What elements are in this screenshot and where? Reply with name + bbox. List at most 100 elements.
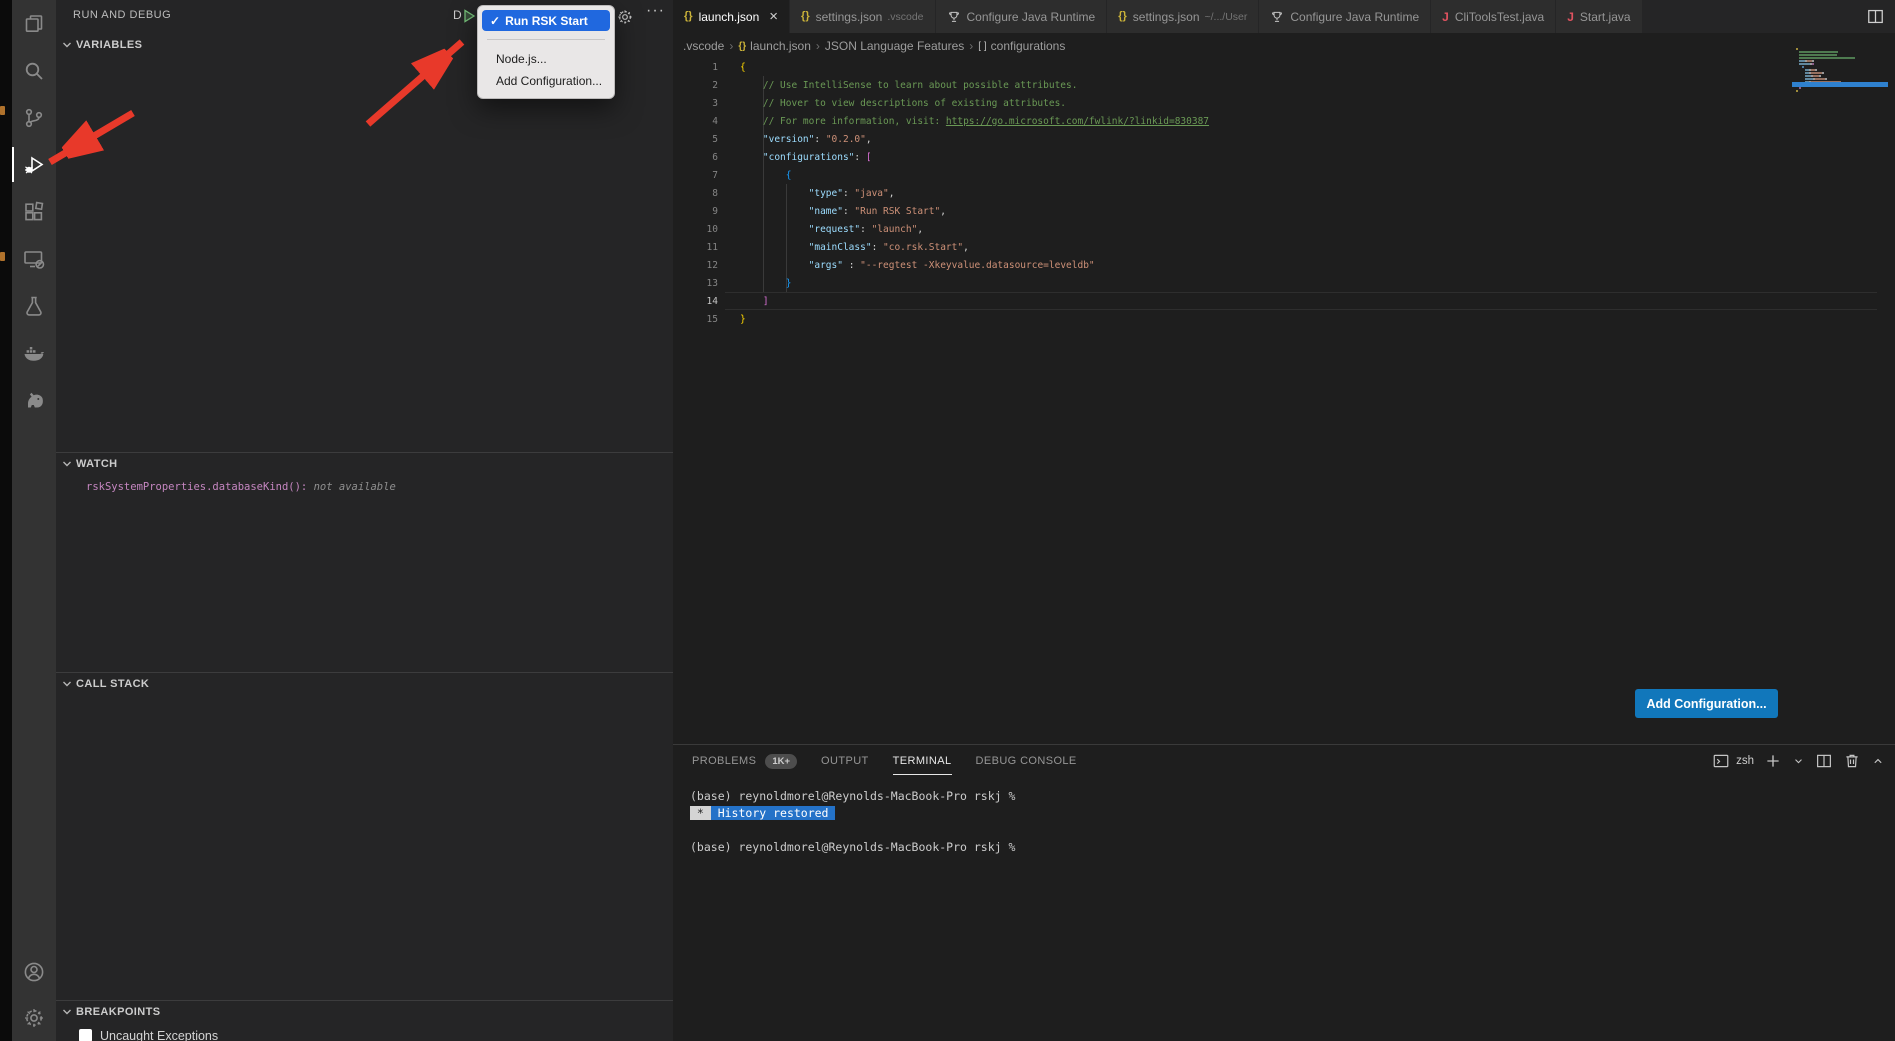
tab-settings-json-user[interactable]: {}settings.json~/.../User bbox=[1107, 0, 1259, 33]
watch-section-header[interactable]: WATCH bbox=[56, 453, 673, 475]
minimap-line bbox=[1796, 54, 1888, 56]
panel-tab-problems[interactable]: PROBLEMS1K+ bbox=[692, 754, 797, 769]
activity-item-extensions[interactable] bbox=[12, 188, 56, 235]
java-runtime-cup-icon bbox=[1270, 10, 1284, 24]
tab-start-java[interactable]: JStart.java bbox=[1556, 0, 1642, 33]
breakpoint-checkbox[interactable] bbox=[79, 1029, 92, 1041]
split-editor-icon[interactable] bbox=[1866, 7, 1885, 26]
chevron-down-icon bbox=[62, 40, 72, 50]
code-text: // For more information, visit: https://… bbox=[718, 116, 1209, 127]
code-line-10[interactable]: 10 "request": "launch", bbox=[673, 220, 1895, 238]
start-debugging-icon[interactable] bbox=[461, 8, 477, 24]
code-line-14[interactable]: 14 ] bbox=[673, 292, 1895, 310]
kill-terminal-trash-icon[interactable] bbox=[1843, 752, 1861, 770]
code-line-6[interactable]: 6 "configurations": [ bbox=[673, 148, 1895, 166]
code-editor[interactable]: 1{2 // Use IntelliSense to learn about p… bbox=[673, 58, 1895, 328]
minimap-line bbox=[1796, 66, 1888, 68]
watch-expression-row[interactable]: rskSystemProperties.databaseKind(): not … bbox=[86, 481, 673, 493]
section-label: VARIABLES bbox=[76, 39, 142, 51]
panel-tab-output[interactable]: OUTPUT bbox=[821, 755, 869, 767]
code-line-12[interactable]: 12 "args" : "--regtest -Xkeyvalue.dataso… bbox=[673, 256, 1895, 274]
activity-item-gradle[interactable] bbox=[12, 376, 56, 423]
activity-item-testing[interactable] bbox=[12, 282, 56, 329]
maximize-panel-chevron-icon[interactable] bbox=[1871, 752, 1885, 770]
code-line-13[interactable]: 13 } bbox=[673, 274, 1895, 292]
breadcrumb-item-configurations[interactable]: [ ]configurations bbox=[978, 39, 1065, 53]
activity-item-settings[interactable] bbox=[12, 995, 56, 1041]
line-number: 8 bbox=[673, 188, 718, 199]
section-call-stack: CALL STACK bbox=[56, 672, 673, 1001]
code-line-15[interactable]: 15} bbox=[673, 310, 1895, 328]
activity-item-explorer[interactable] bbox=[12, 0, 56, 47]
line-number: 5 bbox=[673, 134, 718, 145]
tab-clitoolstest-java[interactable]: JCliToolsTest.java bbox=[1431, 0, 1556, 33]
section-label: WATCH bbox=[76, 458, 118, 470]
activity-item-run-and-debug[interactable] bbox=[12, 141, 56, 188]
code-line-3[interactable]: 3 // Hover to view descriptions of exist… bbox=[673, 94, 1895, 112]
json-braces-icon: {} bbox=[801, 11, 810, 22]
activity-item-docker[interactable] bbox=[12, 329, 56, 376]
code-line-2[interactable]: 2 // Use IntelliSense to learn about pos… bbox=[673, 76, 1895, 94]
explorer-icon bbox=[22, 12, 46, 36]
json-braces-icon: {} bbox=[1118, 11, 1127, 22]
code-line-4[interactable]: 4 // For more information, visit: https:… bbox=[673, 112, 1895, 130]
panel-tab-terminal[interactable]: TERMINAL bbox=[893, 755, 952, 767]
breadcrumb-item-launch-json[interactable]: {}launch.json bbox=[738, 39, 811, 53]
source-control-icon bbox=[22, 106, 46, 130]
activity-item-search[interactable] bbox=[12, 47, 56, 94]
watch-expression: rskSystemProperties.databaseKind(): bbox=[86, 481, 307, 493]
tab-settings-json-vscode[interactable]: {}settings.json.vscode bbox=[790, 0, 935, 33]
menu-item-label: Node.js... bbox=[496, 52, 547, 66]
menu-item-add-configuration[interactable]: Add Configuration... bbox=[482, 70, 610, 91]
activity-item-remote-explorer[interactable] bbox=[12, 235, 56, 282]
minimap-line bbox=[1796, 90, 1888, 92]
desktop-edge-strip bbox=[0, 0, 12, 1041]
add-configuration-button[interactable]: Add Configuration... bbox=[1635, 689, 1778, 718]
terminal-output[interactable]: (base) reynoldmorel@Reynolds-MacBook-Pro… bbox=[690, 789, 1015, 857]
minimap[interactable] bbox=[1792, 46, 1888, 108]
check-icon: ✓ bbox=[490, 14, 500, 28]
activity-item-accounts[interactable] bbox=[12, 949, 56, 995]
line-number: 9 bbox=[673, 206, 718, 217]
call-stack-section-header[interactable]: CALL STACK bbox=[56, 673, 673, 695]
debug-settings-gear-icon[interactable] bbox=[616, 8, 634, 26]
code-line-9[interactable]: 9 "name": "Run RSK Start", bbox=[673, 202, 1895, 220]
breakpoints-list: Uncaught Exceptions bbox=[56, 1026, 673, 1041]
views-more-actions-icon[interactable]: ··· bbox=[646, 2, 665, 20]
code-text: { bbox=[718, 170, 792, 181]
panel-tab-debug-console[interactable]: DEBUG CONSOLE bbox=[976, 755, 1077, 767]
breadcrumb: .vscode›{}launch.json›JSON Language Feat… bbox=[683, 36, 1065, 56]
terminal-shell-selector[interactable]: zsh bbox=[1712, 752, 1754, 770]
breadcrumb-item-json-language-features[interactable]: JSON Language Features bbox=[825, 39, 964, 53]
minimap-line bbox=[1796, 48, 1888, 50]
breadcrumb-label: launch.json bbox=[750, 39, 811, 53]
line-number: 1 bbox=[673, 62, 718, 73]
activity-item-source-control[interactable] bbox=[12, 94, 56, 141]
breakpoint-label: Uncaught Exceptions bbox=[100, 1029, 218, 1041]
breakpoint-item[interactable]: Uncaught Exceptions bbox=[79, 1026, 673, 1041]
code-line-8[interactable]: 8 "type": "java", bbox=[673, 184, 1895, 202]
tab-launch-json[interactable]: {}launch.json× bbox=[673, 0, 790, 33]
minimap-line bbox=[1796, 69, 1888, 71]
breadcrumb-item-vscode[interactable]: .vscode bbox=[683, 39, 724, 53]
terminal-line bbox=[690, 823, 1015, 840]
breakpoints-section-header[interactable]: BREAKPOINTS bbox=[56, 1001, 673, 1023]
new-terminal-icon[interactable] bbox=[1764, 752, 1782, 770]
code-line-1[interactable]: 1{ bbox=[673, 58, 1895, 76]
search-icon bbox=[22, 59, 46, 83]
java-file-icon: J bbox=[1567, 11, 1574, 23]
code-line-7[interactable]: 7 { bbox=[673, 166, 1895, 184]
menu-item-run-rsk-start[interactable]: ✓Run RSK Start bbox=[482, 10, 610, 31]
menu-item-node-js[interactable]: Node.js... bbox=[482, 48, 610, 69]
editor-area: {}launch.json×{}settings.json.vscodeConf… bbox=[673, 0, 1895, 744]
section-label: CALL STACK bbox=[76, 678, 149, 690]
code-line-11[interactable]: 11 "mainClass": "co.rsk.Start", bbox=[673, 238, 1895, 256]
close-icon[interactable]: × bbox=[769, 8, 778, 25]
tab-configure-java-runtime[interactable]: Configure Java Runtime bbox=[1259, 0, 1431, 33]
split-terminal-icon[interactable] bbox=[1815, 752, 1833, 770]
tab-configure-java-runtime[interactable]: Configure Java Runtime bbox=[936, 0, 1108, 33]
minimap-current-line bbox=[1792, 82, 1888, 87]
panel-toolbar: zsh bbox=[1712, 752, 1885, 770]
code-line-5[interactable]: 5 "version": "0.2.0", bbox=[673, 130, 1895, 148]
terminal-dropdown-chevron-icon[interactable] bbox=[1792, 752, 1805, 770]
